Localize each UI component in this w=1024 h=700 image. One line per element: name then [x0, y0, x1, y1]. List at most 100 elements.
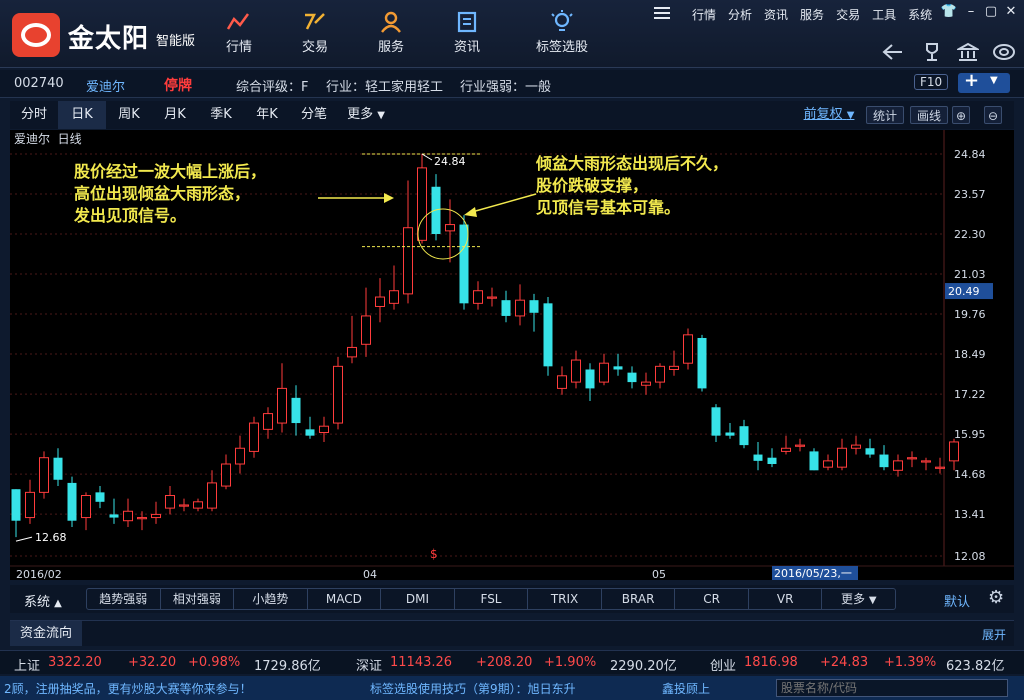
candle-body [571, 359, 581, 383]
nav-news[interactable]: 资讯 [432, 8, 502, 62]
minimize-icon[interactable]: – [962, 3, 980, 21]
candle-body [669, 365, 679, 370]
candle-body [389, 290, 399, 304]
menu-trade[interactable]: 交易 [830, 6, 866, 23]
trophy-icon[interactable] [918, 40, 946, 64]
current-price-label: 20.49 [948, 285, 980, 298]
index-amount: 2290.20亿 [610, 659, 677, 674]
stock-search-input[interactable] [776, 679, 1008, 697]
candle-body [67, 482, 77, 521]
nav-label: 标签选股 [535, 40, 588, 55]
back-arrow-icon[interactable] [880, 40, 908, 64]
index-price: 1816.98 [744, 655, 798, 670]
y-tick-label: 17.22 [954, 388, 986, 401]
nav-service[interactable]: 服务 [356, 8, 426, 62]
gear-icon[interactable]: ⚙ [988, 587, 1004, 608]
logo-icon [12, 13, 60, 57]
chart-line-icon [226, 13, 250, 30]
indicator-bar: 系统 ▲ 趋势强弱 相对强弱 小趋势 MACD DMI FSL TRIX BRA… [10, 585, 1014, 613]
tab-quarterly-k[interactable]: 季K [198, 101, 244, 129]
triangle-down-icon: ▼ [868, 595, 877, 606]
default-button[interactable]: 默认 [944, 591, 970, 610]
menu-quotes[interactable]: 行情 [686, 6, 722, 23]
top-bar: 金太阳 智能版 行情 交易 服务 资讯 标签选股 行情 分析 资讯 服务 交易 [0, 0, 1024, 68]
close-icon[interactable]: ✕ [1002, 3, 1020, 21]
tab-daily-k[interactable]: 日K [58, 101, 106, 129]
candle-body [81, 495, 91, 519]
candle-body [95, 492, 105, 502]
candle-body [277, 387, 287, 424]
menu-analysis[interactable]: 分析 [722, 6, 758, 23]
skin-shirt-icon[interactable]: 👕 [940, 3, 958, 21]
candle-body [137, 517, 147, 520]
candle-body [207, 482, 217, 509]
nav-label: 交易 [301, 40, 328, 55]
stock-info-bar: 002740 爱迪尔 停牌 综合评级：F 行业：轻工家用轻工 行业强弱：一般 F… [0, 70, 1024, 98]
candle-body [613, 366, 623, 370]
system-dropdown[interactable]: 系统 ▲ [24, 591, 62, 610]
menu-service[interactable]: 服务 [794, 6, 830, 23]
candle-body [529, 300, 539, 313]
f10-button[interactable]: F10 [914, 74, 949, 90]
menu-system[interactable]: 系统 [902, 6, 938, 23]
candle-body [599, 362, 609, 383]
candle-body [697, 337, 707, 389]
promo-ticker[interactable]: 2顾，注册抽奖品，更有炒股大赛等你来参与！ [4, 680, 252, 697]
tab-trix[interactable]: TRIX [528, 589, 602, 609]
menu-list-icon[interactable] [654, 6, 670, 20]
tab-monthly-k[interactable]: 月K [152, 101, 198, 129]
broker-link[interactable]: 鑫投顾上 [662, 680, 710, 697]
candle-body [949, 441, 959, 462]
candle-body [375, 296, 385, 307]
logo-text: 金太阳 [68, 24, 150, 54]
tab-trend-strength[interactable]: 趋势强弱 [87, 589, 161, 609]
candle-body [739, 426, 749, 446]
tab-macd[interactable]: MACD [308, 589, 382, 609]
tab-yearly-k[interactable]: 年K [244, 101, 290, 129]
nav-label: 服务 [377, 40, 404, 55]
stock-industry: 行业：轻工家用轻工 [326, 80, 444, 95]
tips-link[interactable]: 标签选股使用技巧（第9期）：旭日东升 [370, 680, 576, 697]
tab-more-indicators[interactable]: 更多 ▼ [822, 589, 895, 609]
draw-line-button[interactable]: 画线 [910, 106, 949, 124]
tab-fsl[interactable]: FSL [455, 589, 529, 609]
menu-news[interactable]: 资讯 [758, 6, 794, 23]
tab-vr[interactable]: VR [749, 589, 823, 609]
tab-small-trend[interactable]: 小趋势 [234, 589, 308, 609]
fund-flow-tab[interactable]: 资金流向 [10, 621, 83, 646]
tab-dmi[interactable]: DMI [381, 589, 455, 609]
adjust-dropdown[interactable]: 前复权 ▼ [796, 101, 862, 129]
tab-more[interactable]: 更多 ▼ [340, 101, 392, 129]
candle-body [515, 299, 525, 317]
tab-tick[interactable]: 分笔 [290, 101, 338, 129]
bank-icon[interactable] [954, 40, 982, 64]
chevron-down-icon: ▼ [846, 110, 855, 121]
nav-quotes[interactable]: 行情 [204, 8, 274, 62]
candle-body [459, 224, 469, 304]
tab-brar[interactable]: BRAR [602, 589, 676, 609]
y-tick-label: 21.03 [954, 268, 986, 281]
kline-chart[interactable]: 24.84 23.57 22.30 21.03 19.76 18.49 17.22 15.95… [10, 130, 1014, 580]
menu-tools[interactable]: 工具 [866, 6, 902, 23]
add-watch-button[interactable]: + ▼ [958, 70, 1010, 93]
tab-relative-strength[interactable]: 相对强弱 [161, 589, 235, 609]
status-badge: 停牌 [164, 78, 192, 94]
nav-label: 资讯 [453, 40, 480, 55]
maximize-icon[interactable]: ▢ [982, 3, 1000, 21]
chart-stock-label: 爱迪尔 日线 [14, 130, 82, 147]
zoom-out-icon[interactable]: ⊖ [984, 106, 1003, 124]
nav-tag-select[interactable]: 标签选股 [522, 8, 602, 62]
y-tick-label: 24.84 [954, 148, 986, 161]
logo-mini-icon[interactable] [990, 40, 1018, 64]
y-tick-label: 19.76 [954, 308, 986, 321]
nav-trade[interactable]: 交易 [280, 8, 350, 62]
candle-body [235, 447, 245, 465]
candle-body [809, 451, 819, 471]
tab-weekly-k[interactable]: 周K [106, 101, 152, 129]
tab-intraday[interactable]: 分时 [10, 101, 58, 129]
tab-cr[interactable]: CR [675, 589, 749, 609]
stat-button[interactable]: 统计 [866, 106, 905, 124]
expand-link[interactable]: 展开 [982, 626, 1006, 643]
zoom-in-icon[interactable]: ⊕ [952, 106, 971, 124]
chart-period: 日线 [57, 132, 82, 146]
